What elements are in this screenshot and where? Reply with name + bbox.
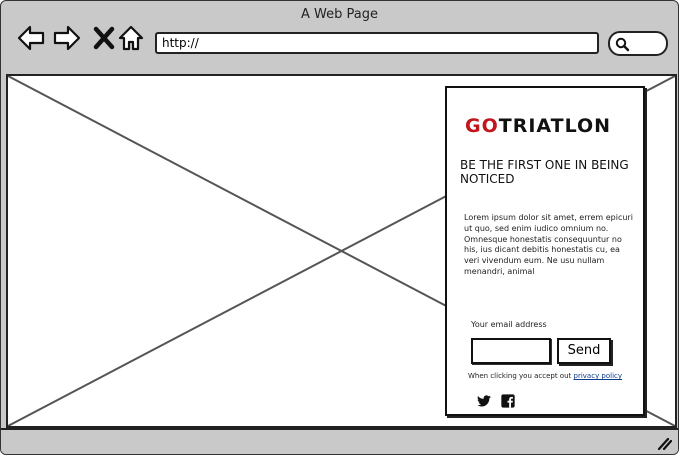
send-button[interactable]: Send (557, 338, 611, 364)
brand-go: GO (465, 115, 499, 137)
browser-window: A Web Page http:// GOTRIATLON BE THE FIR… (0, 0, 679, 455)
back-arrow-icon[interactable] (16, 23, 46, 53)
search-icon (615, 37, 630, 52)
brand-triatlon: TRIATLON (498, 115, 612, 137)
search-box[interactable] (608, 31, 668, 56)
status-bar (1, 428, 678, 454)
signup-panel: GOTRIATLON BE THE FIRST ONE IN BEING NOT… (445, 86, 645, 416)
forward-arrow-icon[interactable] (52, 23, 82, 53)
panel-heading: BE THE FIRST ONE IN BEING NOTICED (460, 158, 629, 186)
email-label: Your email address (471, 320, 547, 329)
twitter-icon[interactable] (476, 393, 492, 409)
window-title: A Web Page (301, 7, 378, 22)
address-bar[interactable]: http:// (155, 32, 599, 54)
privacy-policy-link[interactable]: privacy policy (574, 372, 623, 380)
close-x-icon[interactable] (89, 23, 119, 53)
panel-body-text: Lorem ipsum dolor sit amet, errem epicur… (464, 213, 633, 276)
email-field[interactable] (471, 338, 551, 364)
privacy-notice-text: When clicking you accept out (468, 372, 572, 380)
resize-grip-icon[interactable] (656, 436, 672, 450)
home-icon[interactable] (116, 23, 146, 53)
facebook-icon[interactable] (500, 393, 516, 409)
brand-logo: GOTRIATLON (465, 115, 611, 137)
privacy-notice: When clicking you accept out privacy pol… (468, 372, 622, 380)
